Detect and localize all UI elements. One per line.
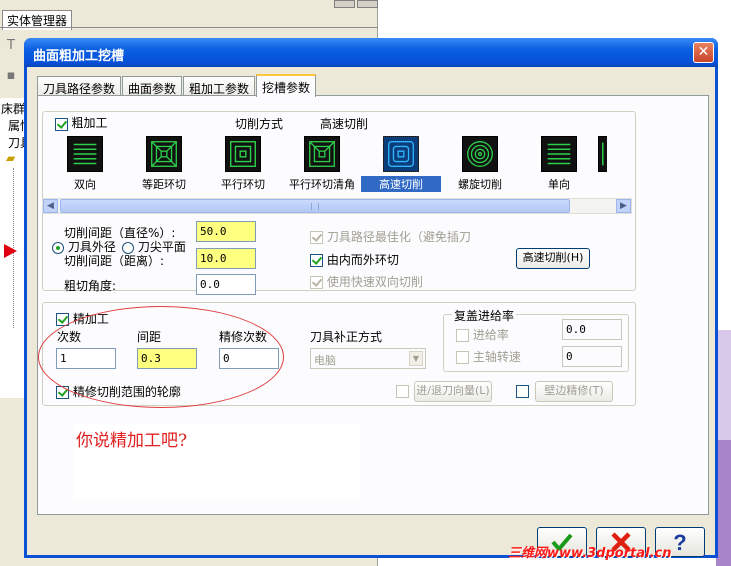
toolbar-icon[interactable]: T bbox=[2, 38, 20, 56]
pattern-follow-outside[interactable]: 依外 bbox=[598, 136, 607, 198]
optimize-label: 刀具路径最佳化（避免插刀 bbox=[326, 230, 471, 244]
rough-checkbox-row[interactable]: 粗加工 bbox=[55, 114, 108, 131]
tab-rough-params[interactable]: 粗加工参数 bbox=[183, 76, 256, 96]
one-way-pattern-icon bbox=[541, 136, 577, 172]
stepdist-label: 切削间距（距离）: bbox=[64, 254, 165, 268]
comp-select-value: 电脑 bbox=[314, 354, 336, 367]
optimize-checkbox[interactable] bbox=[310, 231, 323, 244]
tab-toolpath-params[interactable]: 刀具路径参数 bbox=[37, 76, 122, 96]
pattern-label: 平行环切 bbox=[221, 178, 265, 191]
nested-square-icon bbox=[225, 136, 261, 172]
red-arrow-icon bbox=[4, 244, 17, 258]
finish-spacing-label: 间距 bbox=[137, 330, 162, 344]
site-watermark: 三维网www.3dportal.cn bbox=[508, 546, 672, 561]
cut-pattern-list[interactable]: 双向 等距环切 平行环切 平行环切清角 高速切削 螺旋切削 单向 依外 bbox=[19, 136, 607, 198]
spindle-row[interactable]: 主轴转速 bbox=[456, 348, 521, 365]
spiral-square-icon bbox=[146, 136, 182, 172]
pattern-one-way[interactable]: 单向 bbox=[519, 136, 599, 198]
follow-boundary-icon bbox=[598, 136, 607, 172]
finish-count-label: 次数 bbox=[57, 330, 82, 344]
rough-angle-label: 粗切角度: bbox=[64, 279, 117, 293]
pattern-parallel-spiral[interactable]: 平行环切 bbox=[203, 136, 283, 198]
cut-method-label: 切削方式 bbox=[235, 117, 284, 131]
pattern-high-speed[interactable]: 高速切削 bbox=[361, 136, 441, 198]
toolbar-icon[interactable]: ▪ bbox=[2, 68, 20, 86]
pattern-zigzag[interactable]: 双向 bbox=[45, 136, 125, 198]
close-button[interactable]: ✕ bbox=[693, 42, 714, 63]
dialog-titlebar[interactable]: 曲面粗加工挖槽 ✕ bbox=[24, 38, 718, 67]
feed-checkbox[interactable] bbox=[456, 329, 469, 342]
pattern-parallel-spiral-clean[interactable]: 平行环切清角 bbox=[282, 136, 362, 198]
pattern-label-selected: 高速切削 bbox=[361, 176, 441, 192]
comp-label: 刀具补正方式 bbox=[310, 330, 383, 344]
pattern-label: 平行环切清角 bbox=[289, 178, 355, 191]
finish-spacing-input[interactable]: 0.3 bbox=[137, 348, 197, 369]
wall-finish-checkbox[interactable] bbox=[516, 385, 529, 398]
background-decoration bbox=[716, 440, 731, 566]
pattern-label: 双向 bbox=[74, 178, 96, 191]
annotation-text: 你说精加工吧? bbox=[76, 431, 188, 451]
quick-bidir-checkbox[interactable] bbox=[310, 276, 323, 289]
tool-outer-radio[interactable] bbox=[52, 241, 64, 254]
inside-out-label: 由内而外环切 bbox=[326, 253, 399, 267]
rough-angle-input[interactable]: 0.0 bbox=[196, 274, 256, 295]
quick-bidir-row[interactable]: 使用快速双向切削 bbox=[310, 273, 423, 290]
tab-surface-params[interactable]: 曲面参数 bbox=[122, 76, 183, 96]
contour-checkbox[interactable] bbox=[56, 386, 69, 399]
finish-checkbox[interactable] bbox=[56, 313, 69, 326]
finish-count-input[interactable]: 1 bbox=[56, 348, 116, 369]
tab-row-line bbox=[0, 27, 378, 28]
lead-checkbox[interactable] bbox=[396, 385, 409, 398]
wall-finish-button[interactable]: 壁边精修(T) bbox=[535, 381, 613, 402]
lead-in-out-button[interactable]: 进/退刀向量(L) bbox=[414, 381, 492, 402]
finish-label: 精加工 bbox=[72, 312, 109, 326]
spindle-input[interactable]: 0 bbox=[562, 346, 622, 367]
scroll-right-arrow-icon[interactable]: ▶ bbox=[616, 199, 631, 213]
stepover-input[interactable]: 50.0 bbox=[196, 221, 256, 242]
finish-checkbox-row[interactable]: 精加工 bbox=[56, 310, 109, 327]
inside-out-row[interactable]: 由内而外环切 bbox=[310, 251, 399, 268]
pattern-label: 螺旋切削 bbox=[458, 178, 502, 191]
dialog-title: 曲面粗加工挖槽 bbox=[33, 49, 125, 64]
optimize-row[interactable]: 刀具路径最佳化（避免插刀 bbox=[310, 228, 471, 245]
background-decoration bbox=[716, 330, 731, 440]
pattern-scrollbar[interactable]: ◀ ▶ bbox=[42, 198, 632, 214]
pattern-label: 依外 bbox=[594, 176, 607, 192]
spindle-label: 主轴转速 bbox=[472, 350, 521, 364]
tree-item[interactable]: 床群 bbox=[1, 100, 25, 117]
high-speed-spiral-icon bbox=[383, 136, 419, 172]
scroll-left-arrow-icon[interactable]: ◀ bbox=[43, 199, 58, 213]
feed-label: 进给率 bbox=[472, 328, 509, 342]
comp-select[interactable]: 电脑 ▼ bbox=[310, 348, 426, 369]
stepdist-input[interactable]: 10.0 bbox=[196, 248, 256, 269]
spindle-checkbox[interactable] bbox=[456, 351, 469, 364]
high-speed-button[interactable]: 高速切削(H) bbox=[516, 248, 590, 269]
pattern-constant-overlap[interactable]: 等距环切 bbox=[124, 136, 204, 198]
spiral-circle-icon bbox=[462, 136, 498, 172]
finish-passes-label: 精修次数 bbox=[219, 330, 268, 344]
pattern-label: 单向 bbox=[548, 178, 570, 191]
scroll-thumb[interactable] bbox=[60, 199, 570, 213]
folder-icon: ▰ bbox=[6, 151, 16, 165]
tab-pocket-params[interactable]: 挖槽参数 bbox=[256, 74, 317, 97]
dialog-tabs: 刀具路径参数 曲面参数 粗加工参数 挖槽参数 bbox=[37, 74, 317, 97]
contour-row[interactable]: 精修切削范围的轮廓 bbox=[56, 383, 181, 400]
feed-override-title: 复盖进给率 bbox=[452, 307, 517, 324]
inside-out-checkbox[interactable] bbox=[310, 254, 323, 267]
contour-label: 精修切削范围的轮廓 bbox=[72, 385, 181, 399]
background-window-buttons bbox=[334, 0, 378, 8]
pattern-true-spiral[interactable]: 螺旋切削 bbox=[440, 136, 520, 198]
finish-passes-input[interactable]: 0 bbox=[219, 348, 279, 369]
feed-row[interactable]: 进给率 bbox=[456, 326, 509, 343]
feed-input[interactable]: 0.0 bbox=[562, 319, 622, 340]
dropdown-arrow-icon[interactable]: ▼ bbox=[409, 351, 423, 366]
nested-square-corner-icon bbox=[304, 136, 340, 172]
rough-checkbox[interactable] bbox=[55, 117, 68, 131]
rough-label: 粗加工 bbox=[71, 116, 108, 130]
pattern-label: 等距环切 bbox=[142, 178, 186, 191]
cut-method-value: 高速切削 bbox=[320, 117, 369, 131]
svg-text:?: ? bbox=[673, 530, 686, 555]
quick-bidir-label: 使用快速双向切削 bbox=[326, 275, 423, 289]
zigzag-pattern-icon bbox=[67, 136, 103, 172]
